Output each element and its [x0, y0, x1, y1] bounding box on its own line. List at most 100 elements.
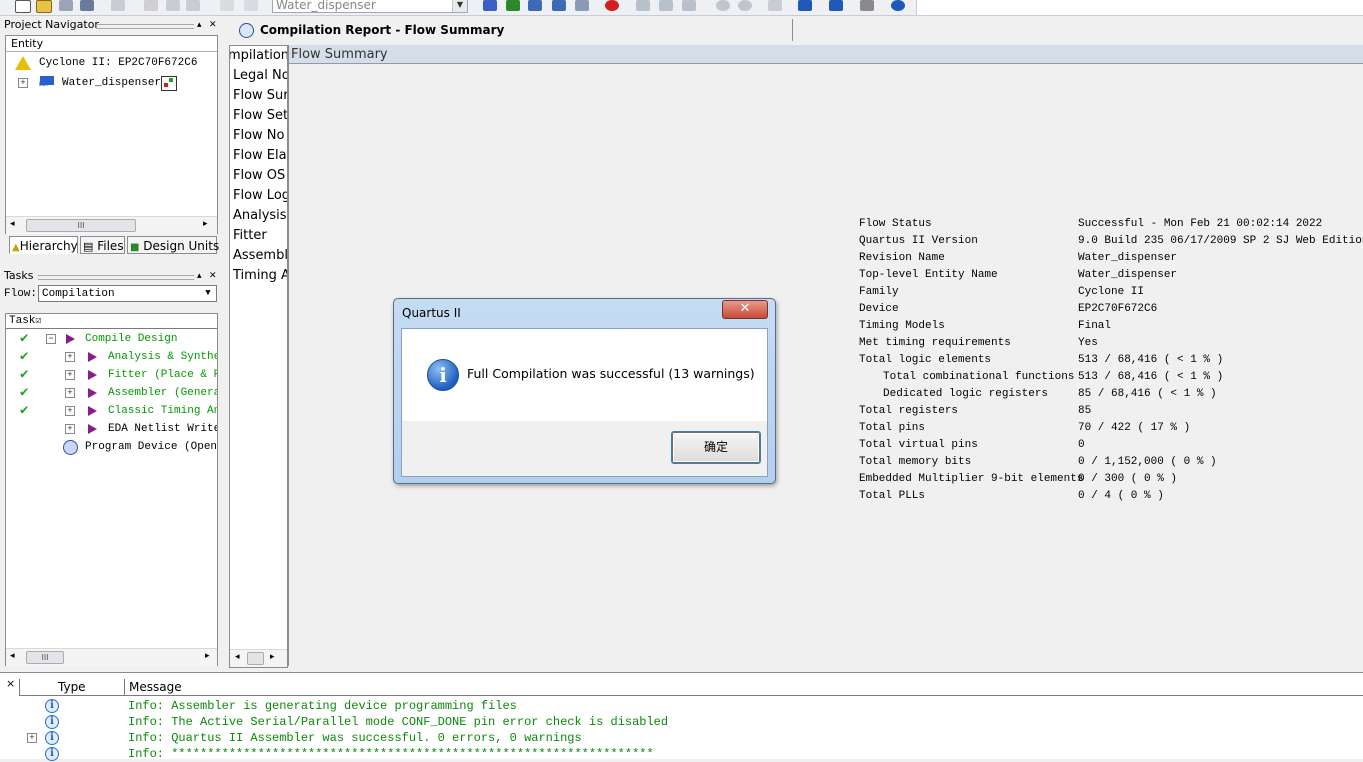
project-combo[interactable]: Water_dispenser ▼: [272, 0, 468, 13]
dialog-close-button[interactable]: ✕: [722, 300, 768, 319]
scroll-right-icon[interactable]: ▸: [270, 652, 275, 662]
collapse-icon[interactable]: −: [46, 334, 56, 344]
run-icon[interactable]: [66, 334, 75, 344]
message-row[interactable]: i Info: Assembler is generating device p…: [0, 698, 1363, 714]
task-label: Analysis & Synthes: [108, 351, 217, 363]
pin-planner-icon[interactable]: [528, 0, 542, 11]
new-file-icon[interactable]: [15, 0, 31, 13]
pin-icon[interactable]: ▴: [197, 269, 202, 284]
expand-icon[interactable]: +: [65, 370, 75, 380]
task-row-assembler[interactable]: ✔ + Assembler (Generat: [6, 384, 217, 402]
expand-icon[interactable]: +: [65, 406, 75, 416]
report-item[interactable]: Flow No: [233, 126, 285, 146]
help-icon[interactable]: [891, 0, 905, 11]
scroll-right-icon[interactable]: ▸: [205, 651, 210, 661]
programmer-icon: [63, 440, 78, 455]
save-all-icon[interactable]: [80, 0, 94, 11]
task-row-classic-timing[interactable]: ✔ + Classic Timing Ana: [6, 402, 217, 420]
start-analysis-icon[interactable]: [659, 0, 673, 11]
report-item[interactable]: Flow Set: [233, 106, 287, 126]
message-column-header[interactable]: Message: [129, 679, 182, 695]
entity-tree-row[interactable]: + BDF Water_dispenser: [6, 74, 217, 92]
run-icon[interactable]: [88, 388, 97, 398]
task-row-fitter[interactable]: ✔ + Fitter (Place & Ro: [6, 366, 217, 384]
run-icon[interactable]: [88, 370, 97, 380]
message-row[interactable]: i Info: The Active Serial/Parallel mode …: [0, 714, 1363, 730]
message-row[interactable]: + i Info: Quartus II Assembler was succe…: [0, 730, 1363, 746]
start-timing-icon[interactable]: [682, 0, 696, 11]
tab-hierarchy[interactable]: ▲Hierarchy: [9, 236, 78, 254]
hierarchy-icon: [161, 76, 177, 91]
entity-column-header[interactable]: Entity: [6, 36, 217, 52]
scroll-left-icon[interactable]: ◂: [10, 651, 15, 661]
type-column-header[interactable]: Type: [58, 679, 86, 695]
expand-icon[interactable]: +: [65, 388, 75, 398]
task-row-program-device[interactable]: Program Device (Open P: [6, 438, 217, 456]
copy-icon[interactable]: [166, 0, 180, 11]
tab-design-units[interactable]: ■ Design Units: [127, 236, 219, 254]
expand-icon[interactable]: +: [65, 352, 75, 362]
redo-icon[interactable]: [244, 0, 258, 11]
expand-icon[interactable]: +: [18, 78, 28, 88]
rtl-viewer-icon[interactable]: [768, 0, 782, 11]
tasks-horizontal-scrollbar[interactable]: ◂ III ▸: [6, 648, 217, 666]
report-item[interactable]: Assembl: [233, 246, 287, 266]
report-tab[interactable]: Compilation Report - Flow Summary: [232, 19, 793, 41]
ok-button[interactable]: 确定: [672, 432, 760, 463]
report-item[interactable]: Fitter: [233, 226, 267, 246]
undo-icon[interactable]: [220, 0, 234, 11]
print-icon[interactable]: [111, 0, 125, 11]
close-icon[interactable]: ✕: [209, 18, 217, 33]
report-item[interactable]: Flow Sur: [233, 86, 287, 106]
expand-icon[interactable]: +: [27, 733, 37, 743]
report-item[interactable]: mpilation: [230, 46, 287, 66]
task-row-analysis-synthesis[interactable]: ✔ + Analysis & Synthes: [6, 348, 217, 366]
tab-files[interactable]: ▤ Files: [80, 236, 125, 254]
scroll-left-icon[interactable]: ◂: [235, 652, 240, 662]
stop-icon[interactable]: [605, 0, 619, 11]
timing-analyzer-icon[interactable]: [798, 0, 812, 11]
report-item[interactable]: Analysis: [233, 206, 287, 226]
assignment-editor-icon[interactable]: [506, 0, 520, 11]
compilation-report-icon[interactable]: [716, 0, 730, 11]
chevron-down-icon[interactable]: ▼: [452, 0, 467, 12]
task-column-header[interactable]: Task☑: [6, 314, 217, 329]
scroll-thumb[interactable]: III: [26, 651, 64, 664]
open-folder-icon[interactable]: [36, 0, 52, 13]
run-icon[interactable]: [88, 406, 97, 416]
report-item[interactable]: Legal No: [233, 66, 287, 86]
task-row-compile-design[interactable]: ✔ − Compile Design: [6, 330, 217, 348]
chip-planner-icon[interactable]: [575, 0, 589, 11]
paste-icon[interactable]: [186, 0, 200, 11]
close-icon[interactable]: ×: [6, 677, 15, 690]
run-icon[interactable]: [88, 424, 97, 434]
start-compilation-icon[interactable]: [636, 0, 650, 11]
flow-select[interactable]: Compilation ▼: [38, 285, 217, 302]
pin-icon[interactable]: ▴: [197, 18, 202, 33]
task-row-eda-netlist[interactable]: + EDA Netlist Writer: [6, 420, 217, 438]
scroll-left-icon[interactable]: ◂: [10, 219, 15, 229]
report-item[interactable]: Flow Elap: [233, 146, 287, 166]
device-tree-row[interactable]: Cyclone II: EP2C70F672C6: [6, 54, 217, 72]
run-icon[interactable]: [88, 352, 97, 362]
programmer-icon[interactable]: [860, 0, 874, 11]
settings-icon[interactable]: [483, 0, 497, 11]
report-item[interactable]: Flow OS: [233, 166, 285, 186]
message-text: Info: **********************************…: [128, 747, 654, 761]
chevron-down-icon[interactable]: ▼: [201, 287, 215, 300]
scroll-thumb[interactable]: [247, 652, 264, 665]
navigator-horizontal-scrollbar[interactable]: ◂ III ▸: [6, 216, 217, 234]
save-icon[interactable]: [59, 0, 73, 11]
scroll-thumb[interactable]: III: [26, 219, 136, 232]
expand-icon[interactable]: +: [65, 424, 75, 434]
scroll-right-icon[interactable]: ▸: [203, 219, 208, 229]
report-item[interactable]: Flow Log: [233, 186, 287, 206]
cut-icon[interactable]: [144, 0, 158, 11]
close-icon[interactable]: ✕: [209, 269, 217, 284]
report-list-scrollbar[interactable]: ◂ ▸: [230, 649, 287, 667]
powerplay-icon[interactable]: [829, 0, 843, 11]
timing-settings-icon[interactable]: [552, 0, 566, 11]
report-item[interactable]: Timing A: [233, 266, 287, 286]
simulation-report-icon[interactable]: [738, 0, 752, 11]
message-row[interactable]: i Info: ********************************…: [0, 746, 1363, 762]
